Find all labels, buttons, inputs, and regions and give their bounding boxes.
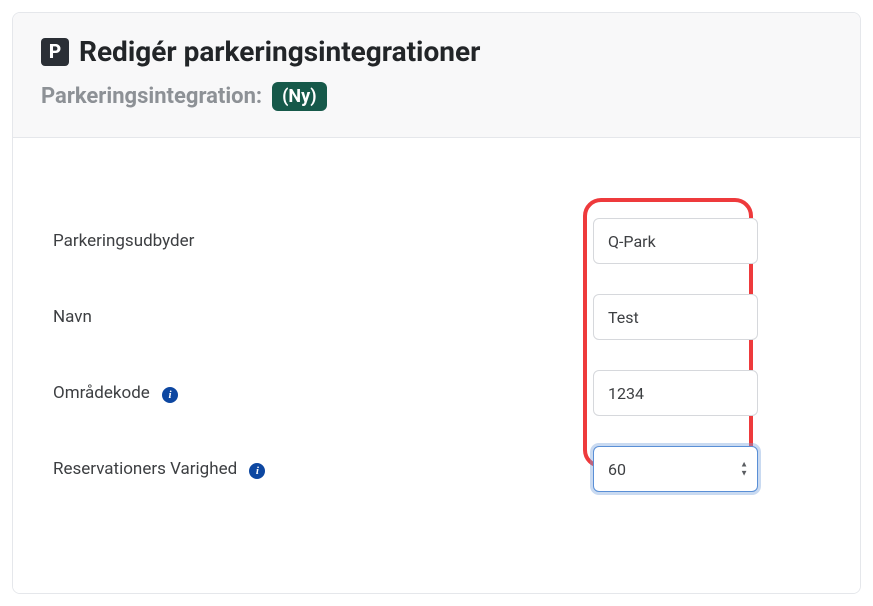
area-code-input-cell [593,370,758,416]
card-body: Parkeringsudbyder Navn Områdekode i [13,138,860,593]
area-code-label: Områdekode i [53,383,593,403]
provider-select[interactable] [593,218,758,264]
info-icon[interactable]: i [162,387,178,403]
page-title: Redigér parkeringsintegrationer [79,35,480,68]
stepper-controls: ▲ ▼ [740,461,748,478]
duration-stepper[interactable] [593,446,758,492]
duration-label: Reservationers Varighed i [53,459,593,479]
subtitle-row: Parkeringsintegration: (Ny) [41,82,832,111]
duration-row: Reservationers Varighed i ▲ ▼ [53,446,820,492]
new-badge: (Ny) [272,82,326,111]
name-label-text: Navn [53,307,92,327]
edit-parking-integration-card: P Redigér parkeringsintegrationer Parker… [12,12,861,594]
provider-label-text: Parkeringsudbyder [53,231,194,251]
info-icon[interactable]: i [249,463,265,479]
card-header: P Redigér parkeringsintegrationer Parker… [13,13,860,138]
parking-icon: P [41,38,69,66]
stepper-up-icon[interactable]: ▲ [740,461,748,469]
duration-label-text: Reservationers Varighed [53,459,237,479]
name-input[interactable] [593,294,758,340]
subtitle-label: Parkeringsintegration: [41,84,262,109]
provider-input-cell [593,218,758,264]
area-code-row: Områdekode i [53,370,820,416]
provider-label: Parkeringsudbyder [53,231,593,251]
title-row: P Redigér parkeringsintegrationer [41,35,832,68]
area-code-input[interactable] [593,370,758,416]
name-row: Navn [53,294,820,340]
area-code-label-text: Områdekode [53,383,150,403]
duration-input-cell: ▲ ▼ [593,446,758,492]
name-input-cell [593,294,758,340]
provider-row: Parkeringsudbyder [53,218,820,264]
stepper-down-icon[interactable]: ▼ [740,470,748,478]
name-label: Navn [53,307,593,327]
